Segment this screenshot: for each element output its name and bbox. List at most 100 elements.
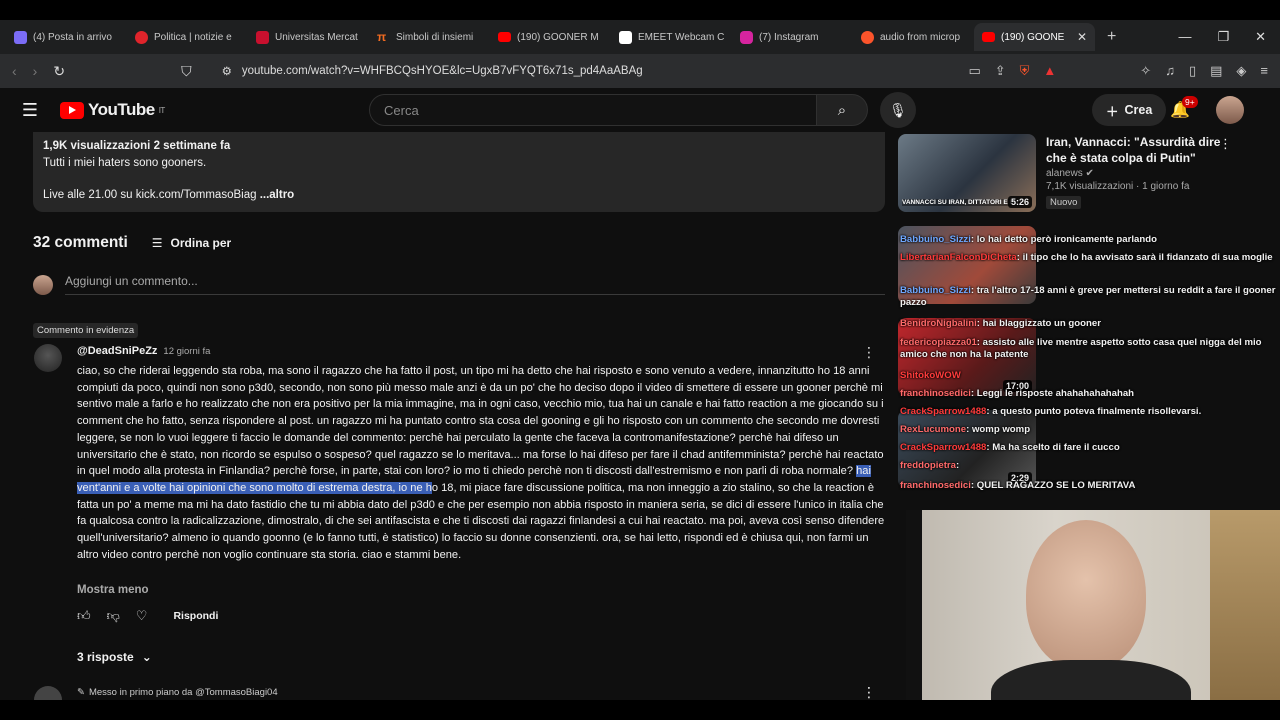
heart-icon[interactable]: ♡ <box>136 608 148 624</box>
cast-icon[interactable]: ▭ <box>968 63 980 79</box>
sort-icon: ☰ <box>151 236 163 250</box>
chat-message: federicopiazza01: assisto alle live ment… <box>900 337 1262 360</box>
description-line-1: Tutti i miei haters sono gooners. <box>43 156 207 169</box>
hamburger-menu-icon[interactable]: ☰ <box>0 100 60 121</box>
add-comment-row: Aggiungi un commento... <box>33 274 885 295</box>
url-field[interactable]: ⚙ youtube.com/watch?v=WHFBCQsHYOE&lc=Ugx… <box>222 64 643 78</box>
add-comment-input[interactable]: Aggiungi un commento... <box>65 274 885 295</box>
sidebar-icon[interactable]: ▯ <box>1189 63 1196 79</box>
comment-author-avatar[interactable] <box>34 344 62 372</box>
next-comment-options-icon[interactable]: ⋮ <box>862 684 876 701</box>
comment-actions: 👍︎ 👎︎ ♡ Rispondi <box>77 608 218 624</box>
browser-tab-bar: (4) Posta in arrivo Politica | notizie e… <box>0 20 1280 54</box>
wallet-icon[interactable]: ▤ <box>1210 63 1222 79</box>
show-less-button[interactable]: Mostra meno <box>77 584 149 596</box>
pi-icon: π <box>377 29 387 44</box>
sort-button[interactable]: ☰ Ordina per <box>152 236 231 250</box>
amazon-icon <box>619 30 632 44</box>
vpn-icon[interactable]: ◈ <box>1236 63 1246 79</box>
screen-bottom-edge <box>0 700 1280 720</box>
minimize-icon[interactable]: — <box>1178 29 1191 45</box>
video-meta: 7,1K visualizzazioni · 1 giorno fa <box>1046 181 1190 192</box>
like-icon[interactable]: 👍︎ <box>77 608 91 624</box>
browser-tab-4[interactable]: (190) GOONER M <box>490 23 611 51</box>
chat-message: Babbuino_Sizzi: tra l'altro 17-18 anni è… <box>900 285 1276 308</box>
video-info[interactable]: Iran, Vannacci: "Assurdità dire che è st… <box>1046 134 1226 210</box>
browser-tab-1[interactable]: Politica | notizie e <box>127 23 248 51</box>
browser-tab-5[interactable]: EMEET Webcam C <box>611 23 732 51</box>
menu-icon[interactable]: ≡ <box>1260 63 1268 79</box>
youtube-logo[interactable]: YouTube IT <box>60 100 165 120</box>
comment-options-icon[interactable]: ⋮ <box>862 344 876 361</box>
news-icon <box>135 30 148 44</box>
back-icon[interactable]: ‹ <box>12 63 17 79</box>
next-comment-pinned: ✎ Messo in primo piano da @TommasoBiagi04 <box>77 687 278 698</box>
chat-message: RexLucumone: womp womp <box>900 424 1031 435</box>
new-badge: Nuovo <box>1046 196 1082 209</box>
bookmark-icon[interactable]: ⛉ <box>181 63 192 80</box>
comment-author[interactable]: @DeadSniPeZz <box>77 345 157 357</box>
youtube-icon <box>498 32 511 42</box>
next-comment-avatar <box>34 686 62 700</box>
address-bar-row: ‹ › ↻ ⛉ ⚙ youtube.com/watch?v=WHFBCQsHYO… <box>0 54 1280 88</box>
chat-message: LibertarianFalconDiCheta: il tipo che lo… <box>900 252 1273 263</box>
chat-message: franchinosedici: QUEL RAGAZZO SE LO MERI… <box>900 480 1136 491</box>
browser-tab-7[interactable]: audio from microp <box>853 23 974 51</box>
window-close-icon[interactable]: ✕ <box>1255 29 1266 45</box>
extensions-icon[interactable]: ✧ <box>1140 63 1151 79</box>
verified-icon: ✔ <box>1085 168 1094 179</box>
comments-count: 32 commenti <box>33 234 128 251</box>
forward-icon[interactable]: › <box>33 63 38 79</box>
chat-message: CrackSparrow1488: a questo punto poteva … <box>900 406 1202 417</box>
video-description[interactable]: 1,9K visualizzazioni 2 settimane fa Tutt… <box>33 132 885 212</box>
comment-text: ciao, so che riderai leggendo sta roba, … <box>77 365 885 561</box>
webcam-overlay <box>906 510 1280 700</box>
comment-header: @DeadSniPeZz 12 giorni fa <box>77 345 210 357</box>
account-avatar[interactable] <box>1216 96 1244 124</box>
youtube-play-icon <box>60 101 84 119</box>
browser-tab-6[interactable]: (7) Instagram <box>732 23 853 51</box>
new-tab-icon[interactable]: + <box>1107 28 1116 46</box>
browser-tab-3[interactable]: π Simboli di insiemi <box>369 23 490 51</box>
video-thumbnail[interactable]: VANNACCI SU IRAN, DITTATORI E PUT 5:26 <box>898 134 1036 212</box>
maximize-icon[interactable]: ❐ <box>1217 29 1229 45</box>
browser-tab-0[interactable]: (4) Posta in arrivo <box>6 23 127 51</box>
rewards-icon[interactable]: ▲ <box>1043 63 1056 79</box>
chat-message: ShitokoWOW <box>900 370 961 381</box>
instagram-icon <box>740 30 753 44</box>
university-icon <box>256 30 269 44</box>
description-line-2: Live alle 21.00 su kick.com/TommasoBiag <box>43 189 257 201</box>
create-button[interactable]: ＋ Crea <box>1092 94 1167 126</box>
media-icon[interactable]: ♫ <box>1165 63 1175 79</box>
comment-date[interactable]: 12 giorni fa <box>163 346 210 357</box>
screen-top-edge <box>0 0 1280 20</box>
reload-icon[interactable]: ↻ <box>53 63 65 80</box>
site-settings-icon[interactable]: ⚙ <box>222 64 232 78</box>
gmail-icon <box>14 30 27 44</box>
browser-tab-active[interactable]: (190) GOONE ✕ <box>974 23 1095 51</box>
chat-message: Babbuino_Sizzi: lo hai detto però ironic… <box>900 234 1157 245</box>
browser-tab-2[interactable]: Universitas Mercat <box>248 23 369 51</box>
description-more-link[interactable]: ...altro <box>257 189 295 201</box>
dislike-icon[interactable]: 👎︎ <box>107 608 120 624</box>
video-options-icon[interactable]: ⋮ <box>1219 136 1232 152</box>
streamer-face <box>1026 520 1146 670</box>
microphone-icon[interactable]: 🎙 <box>880 92 916 128</box>
brave-shield-icon[interactable]: ⛨ <box>1020 63 1030 79</box>
description-meta: 1,9K visualizzazioni 2 settimane fa <box>43 140 231 152</box>
video-title[interactable]: Iran, Vannacci: "Assurdità dire che è st… <box>1046 134 1226 166</box>
chat-message: freddopietra: <box>900 460 960 471</box>
search-icon[interactable]: ⌕ <box>816 94 868 126</box>
reply-button[interactable]: Rispondi <box>173 610 218 622</box>
video-duration: 5:26 <box>1007 196 1032 208</box>
close-tab-icon[interactable]: ✕ <box>1077 30 1087 44</box>
chat-message: BenidroNigbalini: hai blaggizzato un goo… <box>900 318 1101 329</box>
share-icon[interactable]: ⇪ <box>995 63 1006 79</box>
search-input[interactable]: Cerca <box>369 94 817 126</box>
chat-message: CrackSparrow1488: Ma ha scelto di fare i… <box>900 442 1120 453</box>
video-channel[interactable]: alanews ✔ <box>1046 168 1226 179</box>
notification-badge: 9+ <box>1182 96 1198 108</box>
replies-toggle[interactable]: 3 risposte ⌄ <box>77 650 152 664</box>
youtube-header: ☰ YouTube IT Cerca ⌕ 🎙 ＋ Crea 🔔 9+ <box>0 88 1280 132</box>
pinned-comment-badge: Commento in evidenza <box>33 323 139 338</box>
